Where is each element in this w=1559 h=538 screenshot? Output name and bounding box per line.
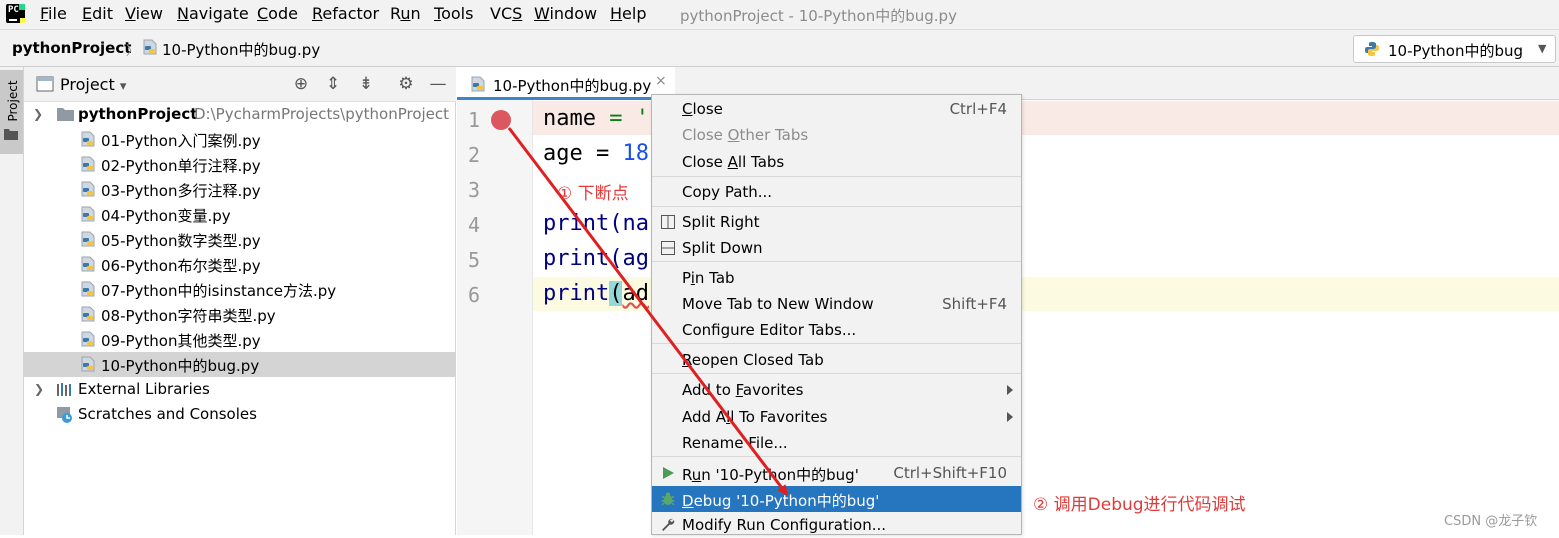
watermark: CSDN @龙子钦 [1444, 514, 1538, 529]
annotation-arrow [507, 127, 785, 492]
annotation-step-1: ① 下断点 [557, 184, 629, 204]
annotation-overlay [507, 127, 1559, 535]
annotation-step-2: ② 调用Debug进行代码调试 [1033, 495, 1246, 515]
